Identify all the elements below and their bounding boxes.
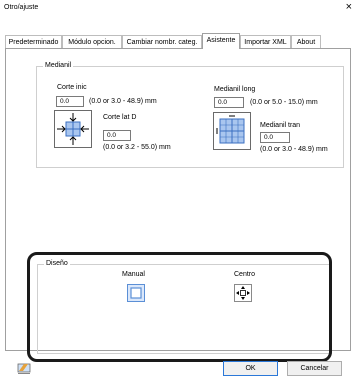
corte-lat-d-input[interactable]: 0.0: [103, 130, 131, 141]
corte-lat-d-label: Corte lat D: [103, 114, 137, 121]
corte-inic-range: (0.0 or 3.0 - 48.9) mm: [89, 98, 157, 105]
centro-layout-icon: [236, 286, 250, 300]
medianil-tran-range: (0.0 or 3.0 - 48.9) mm: [260, 146, 328, 153]
close-icon[interactable]: ×: [346, 2, 352, 13]
ok-button[interactable]: OK: [223, 361, 278, 376]
corte-diagram-icon: [54, 110, 92, 148]
manual-layout-button[interactable]: [127, 284, 145, 302]
medianil-long-range: (0.0 or 5.0 - 15.0) mm: [250, 99, 318, 106]
centro-layout-button[interactable]: [234, 284, 252, 302]
dialog-window: Otro/ajuste × Predeterminado Módulo opci…: [0, 0, 356, 380]
tab-predeterminado[interactable]: Predeterminado: [5, 35, 62, 48]
cancel-button[interactable]: Cancelar: [287, 361, 342, 376]
centro-label: Centro: [234, 271, 256, 278]
corte-inic-label: Corte inic: [57, 84, 87, 91]
title-bar: Otro/ajuste ×: [0, 0, 356, 18]
tab-asistente[interactable]: Asistente: [202, 33, 240, 49]
corte-lat-d-range: (0.0 or 3.2 - 55.0) mm: [103, 144, 171, 151]
tab-strip: Predeterminado Módulo opcion. Cambiar no…: [5, 33, 351, 49]
tab-cambiar-nombr-categ[interactable]: Cambiar nombr. categ.: [122, 35, 202, 48]
tab-modulo-opcion[interactable]: Módulo opcion.: [62, 35, 122, 48]
tab-importar-xml[interactable]: Importar XML: [240, 35, 291, 48]
medianil-tran-label: Medianil tran: [260, 122, 301, 129]
manual-label: Manual: [122, 271, 145, 278]
medianil-tran-input[interactable]: 0.0: [260, 132, 290, 143]
window-title: Otro/ajuste: [4, 4, 39, 11]
corte-inic-input[interactable]: 0.0: [56, 96, 84, 107]
manual-layout-icon: [130, 287, 142, 299]
eraser-icon[interactable]: [16, 361, 32, 375]
medianil-long-input[interactable]: 0.0: [214, 97, 244, 108]
highlight-annotation: [27, 252, 332, 362]
medianil-long-label: Medianil long: [214, 86, 256, 93]
medianil-group-title: Medianil: [43, 62, 74, 69]
tab-about[interactable]: About: [291, 35, 321, 48]
medianil-diagram-icon: [213, 112, 251, 150]
